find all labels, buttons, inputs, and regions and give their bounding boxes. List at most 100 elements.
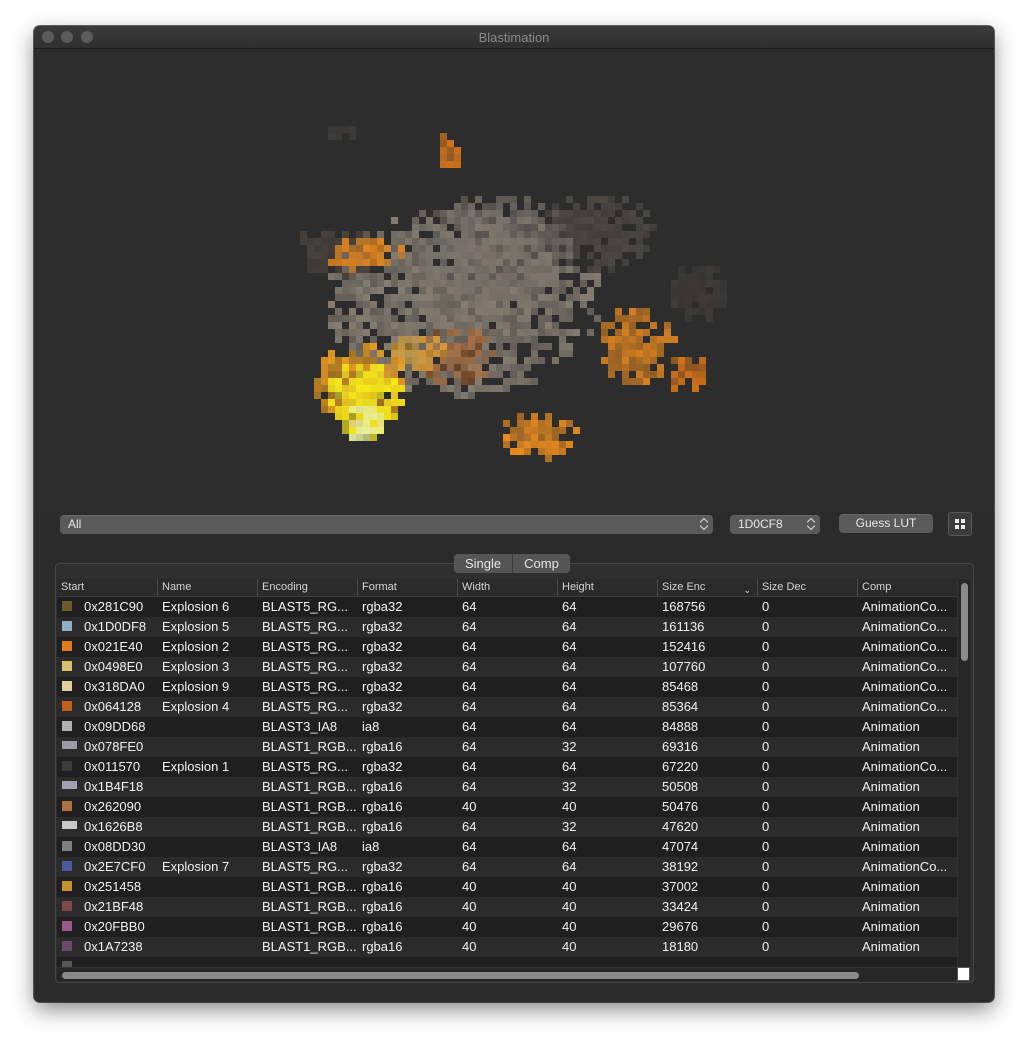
cell-format: rgba32 (362, 599, 403, 614)
cell-size-enc: 18180 (662, 939, 699, 954)
cell-encoding: BLAST1_RGB... (262, 899, 357, 914)
table-row[interactable]: 0x20FBB0 BLAST1_RGB... rgba16 40 40 29676 0 Ani… (57, 917, 957, 937)
cell-height: 64 (562, 859, 577, 874)
cell-name: Explosion 2 (162, 639, 230, 654)
grid-view-button[interactable] (948, 512, 972, 536)
comp-segment[interactable]: Comp (513, 554, 570, 573)
cell-width: 64 (462, 759, 477, 774)
cell-encoding: BLAST5_RG... (262, 759, 348, 774)
table-row[interactable]: 0x064128 Explosion 4 BLAST5_RG... rgba32 64 6… (57, 697, 957, 717)
cell-name: Explosion 5 (162, 619, 230, 634)
cell-comp: AnimationCo... (862, 639, 948, 654)
cell-name: Explosion 3 (162, 659, 230, 674)
cell-size-dec: 0 (762, 639, 770, 654)
cell-height: 40 (562, 919, 577, 934)
cell-name: Explosion 1 (162, 759, 230, 774)
table-row[interactable]: 0x21BF48 BLAST1_RGB... rgba16 40 40 33424 0 Ani… (57, 897, 957, 917)
cell-size-dec: 0 (762, 879, 770, 894)
cell-format: rgba16 (362, 939, 403, 954)
cell-height: 32 (562, 819, 577, 834)
cell-size-dec: 0 (762, 739, 770, 754)
table-row[interactable]: 0x021E40 Explosion 2 BLAST5_RG... rgba32 64 6… (57, 637, 957, 657)
horizontal-scroll-thumb[interactable] (62, 972, 859, 979)
cell-size-enc: 85364 (662, 699, 699, 714)
cell-width: 64 (462, 679, 477, 694)
cell-encoding: BLAST1_RGB... (262, 879, 357, 894)
cell-encoding: BLAST3_IA8 (262, 719, 338, 734)
cell-comp: Animation (862, 899, 920, 914)
cell-format: rgba32 (362, 859, 403, 874)
texture-thumbnail (62, 621, 72, 631)
texture-thumbnail (62, 721, 72, 731)
guess-lut-button[interactable]: Guess LUT (839, 514, 933, 533)
texture-thumbnail (62, 641, 72, 651)
table-row[interactable]: 0x318DA0 Explosion 9 BLAST5_RG... rgba32 64 6… (57, 677, 957, 697)
texture-thumbnail (62, 841, 72, 851)
cell-height: 40 (562, 939, 577, 954)
cell-width: 64 (462, 819, 477, 834)
single-segment[interactable]: Single (454, 554, 512, 573)
cell-size-dec: 0 (762, 599, 770, 614)
table-row[interactable]: 0x08DD30 BLAST3_IA8 ia8 64 64 47074 0 Animation (57, 837, 957, 857)
texture-thumbnail (62, 741, 77, 749)
cell-width: 64 (462, 859, 477, 874)
table-row[interactable]: 0x262090 BLAST1_RGB... rgba16 40 40 50476 0 Ani… (57, 797, 957, 817)
cell-name: Explosion 6 (162, 599, 230, 614)
table-row[interactable]: 0x011570 Explosion 1 BLAST5_RG... rgba32 64 6… (57, 757, 957, 777)
cell-width: 64 (462, 659, 477, 674)
texture-thumbnail (62, 761, 72, 771)
filter-select[interactable]: All (60, 515, 713, 534)
cell-format: rgba16 (362, 799, 403, 814)
address-select[interactable]: 1D0CF8 (730, 515, 820, 534)
column-header-size-dec[interactable]: Size Dec (757, 579, 857, 596)
cell-format: ia8 (362, 839, 380, 854)
column-header-comp[interactable]: Comp (857, 579, 957, 596)
column-header-encoding[interactable]: Encoding (257, 579, 357, 596)
table-row[interactable]: 0x2E7CF0 Explosion 7 BLAST5_RG... rgba32 64 6… (57, 857, 957, 877)
cell-encoding: BLAST1_RGB... (262, 819, 357, 834)
column-header-name[interactable]: Name (157, 579, 257, 596)
cell-start: 0x078FE0 (84, 739, 144, 754)
cell-start: 0x09DD68 (84, 719, 146, 734)
table-row[interactable]: 0x1B4F18 BLAST1_RGB... rgba16 64 32 50508 0 Ani… (57, 777, 957, 797)
cell-encoding: BLAST5_RG... (262, 599, 348, 614)
texture-thumbnail (62, 861, 72, 871)
table-row[interactable]: 0x078FE0 BLAST1_RGB... rgba16 64 32 69316 0 Ani… (57, 737, 957, 757)
table-row[interactable]: 0x251458 BLAST1_RGB... rgba16 40 40 37002 0 Ani… (57, 877, 957, 897)
column-header-width[interactable]: Width (457, 579, 557, 596)
cell-encoding: BLAST5_RG... (262, 679, 348, 694)
cell-size-dec: 0 (762, 799, 770, 814)
horizontal-scrollbar[interactable] (57, 967, 957, 981)
cell-height: 32 (562, 779, 577, 794)
cell-height: 64 (562, 719, 577, 734)
cell-format: ia8 (362, 719, 380, 734)
vertical-scrollbar[interactable] (957, 579, 970, 981)
table-row[interactable]: 0x1A7238 BLAST1_RGB... rgba16 40 40 18180 0 Ani… (57, 937, 957, 957)
column-header-start[interactable]: Start (57, 579, 157, 596)
column-header-size-enc[interactable]: Size Enc ⌄ (657, 579, 757, 596)
cell-format: rgba16 (362, 739, 403, 754)
table-row[interactable]: 0x1D0DF8 Explosion 5 BLAST5_RG... rgba32 64 6… (57, 617, 957, 637)
cell-encoding: BLAST5_RG... (262, 659, 348, 674)
cell-size-dec: 0 (762, 679, 770, 694)
column-header-format[interactable]: Format (357, 579, 457, 596)
filter-select-value: All (68, 517, 82, 531)
table-body: 0x281C90 Explosion 6 BLAST5_RG... rgba32 64 6… (57, 597, 957, 977)
cell-start: 0x318DA0 (84, 679, 145, 694)
cell-size-enc: 84888 (662, 719, 699, 734)
cell-comp: Animation (862, 919, 920, 934)
table-row[interactable]: 0x09DD68 BLAST3_IA8 ia8 64 64 84888 0 Animation (57, 717, 957, 737)
explosion-texture-image (300, 126, 727, 462)
cell-start: 0x281C90 (84, 599, 144, 614)
table-row[interactable]: 0x281C90 Explosion 6 BLAST5_RG... rgba32 64 6… (57, 597, 957, 617)
cell-width: 64 (462, 699, 477, 714)
table-row[interactable]: 0x0498E0 Explosion 3 BLAST5_RG... rgba32 64 6… (57, 657, 957, 677)
cell-size-dec: 0 (762, 659, 770, 674)
column-header-height[interactable]: Height (557, 579, 657, 596)
table-row[interactable]: 0x1626B8 BLAST1_RGB... rgba16 64 32 47620 0 Ani… (57, 817, 957, 837)
vertical-scroll-thumb[interactable] (961, 583, 968, 661)
cell-comp: Animation (862, 939, 920, 954)
cell-width: 40 (462, 879, 477, 894)
cell-encoding: BLAST5_RG... (262, 619, 348, 634)
cell-name: Explosion 4 (162, 699, 230, 714)
